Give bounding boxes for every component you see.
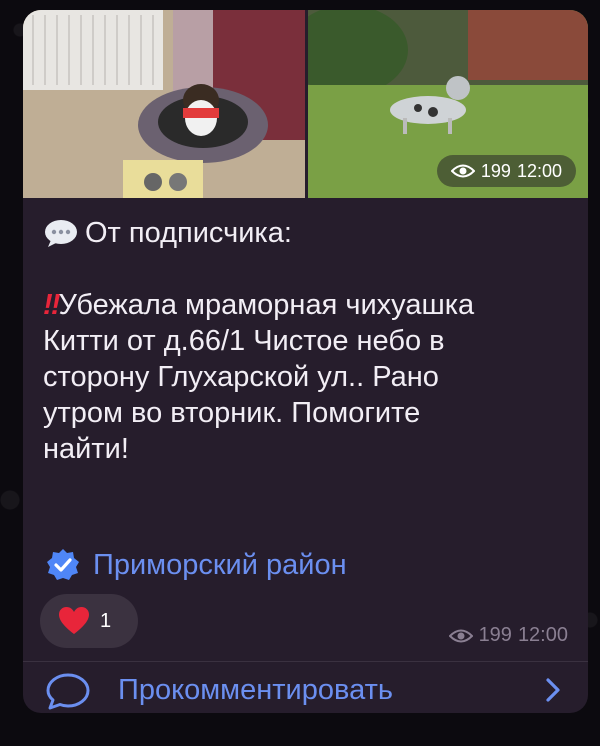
message-body-line-2: сторону Глухарской ул.. Рано [43,361,439,393]
eye-icon [448,629,473,642]
message-views: 199 [478,624,512,646]
chevron-right-icon [546,678,560,702]
media-group[interactable]: 199 12:00 [23,10,588,198]
media-time: 12:00 [516,160,562,181]
message-bubble[interactable]: 199 12:00 От подписчика: ‼ Убежала мрамо… [23,10,588,713]
channel-name[interactable]: Приморский район [93,549,347,582]
double-exclamation-icon: ‼ [43,289,60,321]
message-body-line-4: найти! [43,433,129,465]
message-text: От подписчика: ‼ Убежала мраморная чихуа… [43,215,568,467]
message-time: 12:00 [517,624,568,646]
comment-button[interactable]: Прокомментировать [23,662,588,713]
media-views: 199 [480,160,511,181]
message-body-line-0: Убежала мраморная чихуашка [58,289,475,321]
message-meta: 199 12:00 [448,624,568,647]
heart-icon [59,607,89,634]
message-body-first-line: ‼ Убежала мраморная чихуашка [43,287,568,323]
media-meta: 199 12:00 [436,155,576,187]
eye-icon [450,164,475,178]
photo-dog-on-pet-bed[interactable] [23,10,305,198]
reaction-count: 1 [100,609,112,632]
message-body-line-1: Китти от д.66/1 Чистое небо в [43,325,445,357]
message-header: От подписчика: [43,215,568,251]
channel-link[interactable]: Приморский район [45,547,347,583]
message-header-text: От подписчика: [85,217,292,249]
comment-label[interactable]: Прокомментировать [118,674,393,707]
message-body-line-3: утром во вторник. Помогите [43,397,421,429]
reaction-heart[interactable]: 1 [40,594,138,648]
speech-balloon-icon [43,218,79,248]
verified-badge-icon [47,549,79,580]
comment-icon [46,673,90,710]
